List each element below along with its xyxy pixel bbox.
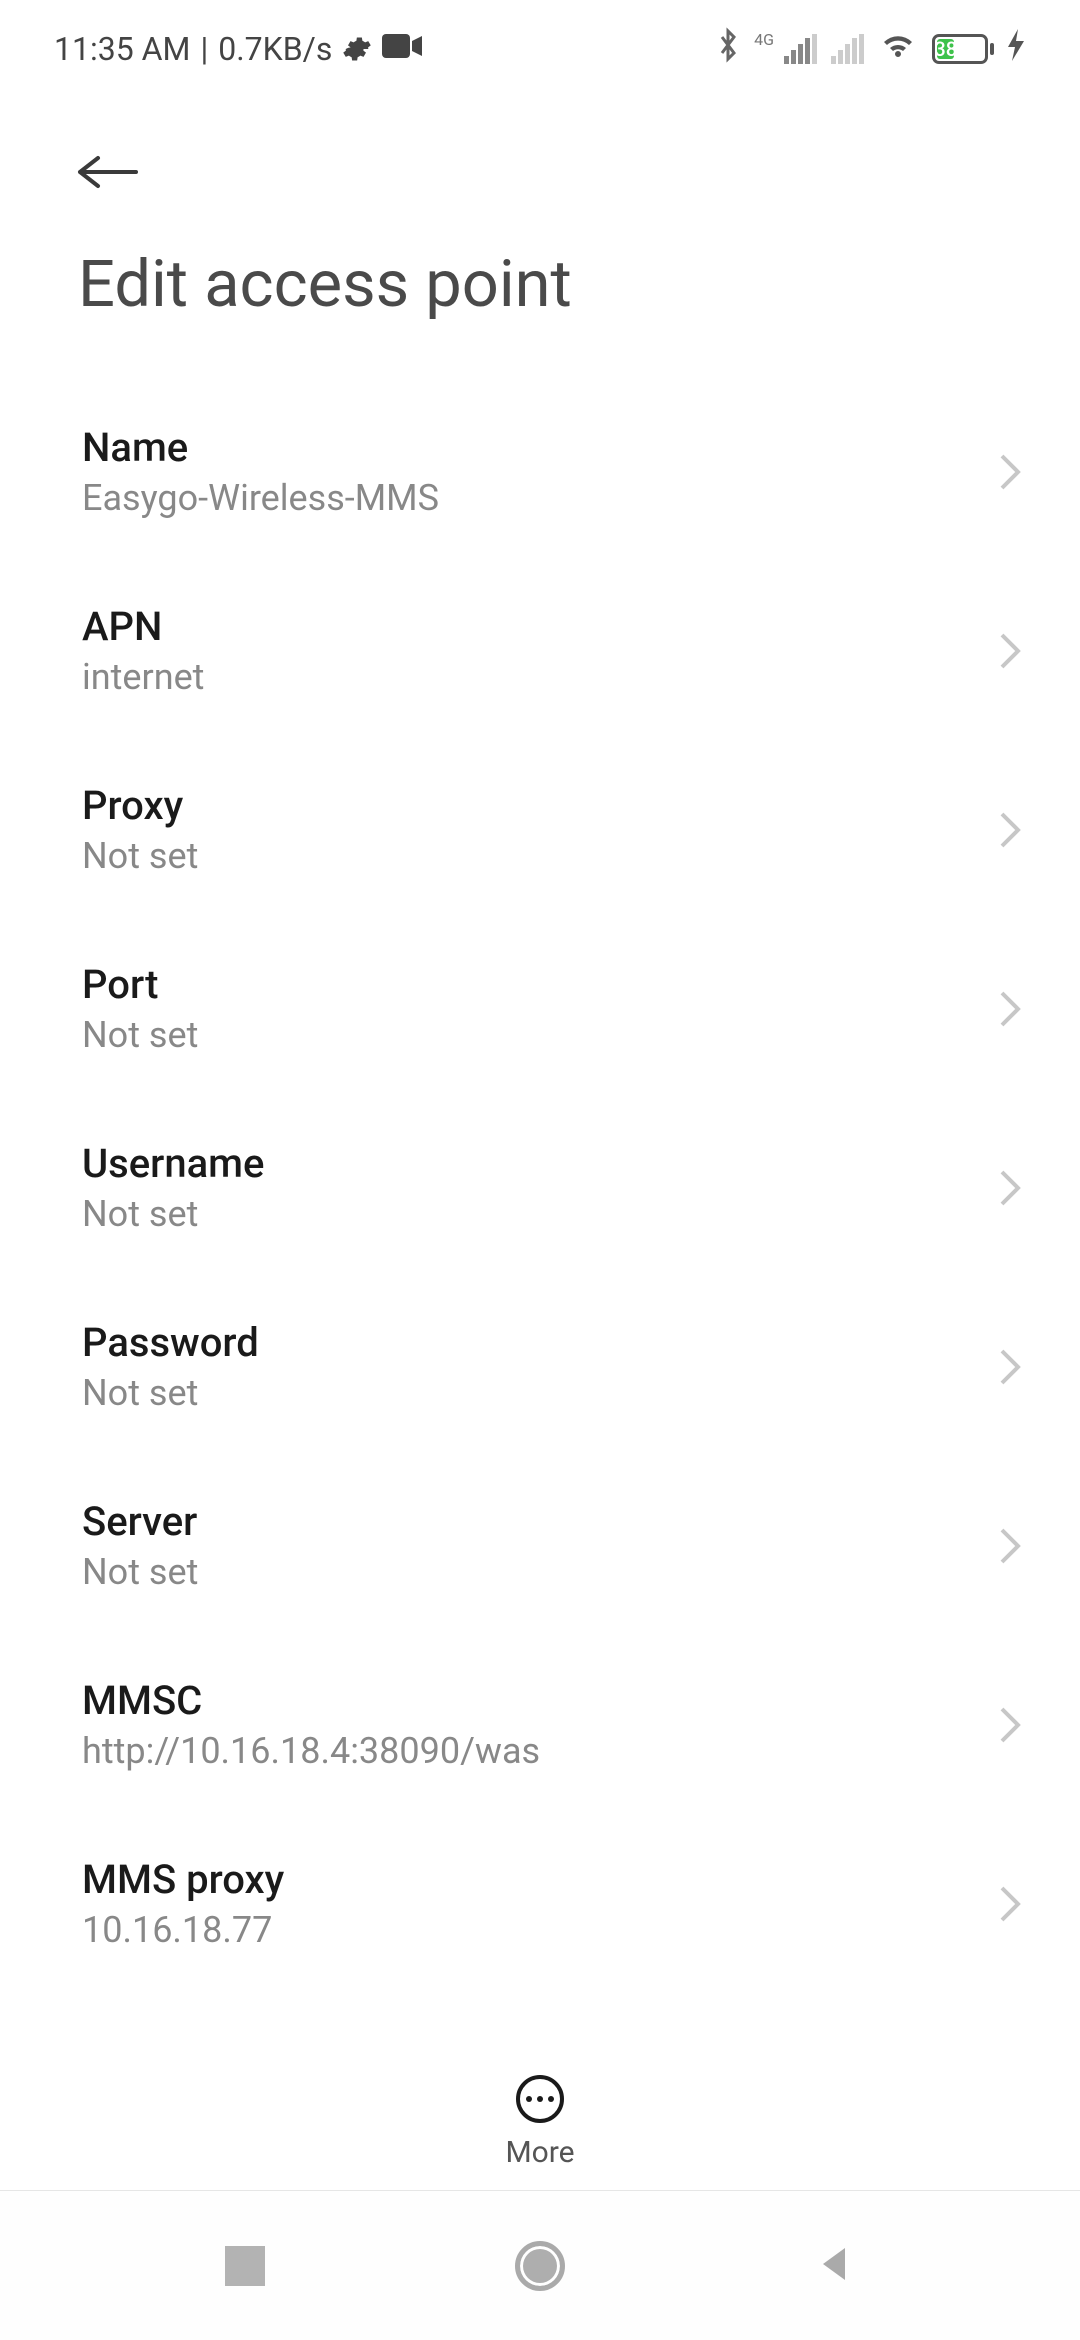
setting-value: Easygo-Wireless-MMS	[82, 477, 439, 519]
wifi-icon	[878, 29, 918, 69]
nav-home-button[interactable]	[515, 2241, 565, 2291]
bluetooth-icon	[716, 27, 740, 71]
setting-label: Username	[82, 1140, 264, 1187]
chevron-right-icon	[998, 452, 1022, 492]
chevron-right-icon	[998, 1347, 1022, 1387]
nav-back-button[interactable]	[815, 2244, 855, 2288]
more-button[interactable]: More	[0, 2065, 1080, 2170]
more-icon	[516, 2075, 564, 2123]
network-type-label: 4G	[754, 30, 774, 49]
setting-label: Proxy	[82, 782, 198, 829]
status-time: 11:35 AM	[54, 30, 190, 68]
setting-item-port[interactable]: Port Not set	[0, 919, 1080, 1098]
setting-item-mms-proxy[interactable]: MMS proxy 10.16.18.77	[0, 1814, 1080, 1993]
nav-recent-button[interactable]	[225, 2246, 265, 2286]
signal-bars-sim1-icon	[784, 34, 817, 64]
setting-item-proxy[interactable]: Proxy Not set	[0, 740, 1080, 919]
setting-value: 10.16.18.77	[82, 1909, 284, 1951]
status-bar-right: 4G 38	[716, 27, 1026, 71]
setting-label: Server	[82, 1498, 198, 1545]
page-title: Edit access point	[78, 246, 1080, 322]
chevron-right-icon	[998, 1705, 1022, 1745]
chevron-right-icon	[998, 810, 1022, 850]
setting-label: MMSC	[82, 1677, 540, 1724]
setting-label: MMS proxy	[82, 1856, 284, 1903]
chevron-right-icon	[998, 1168, 1022, 1208]
setting-item-apn[interactable]: APN internet	[0, 561, 1080, 740]
chevron-right-icon	[998, 631, 1022, 671]
status-bar: 11:35 AM | 0.7KB/s 4G	[0, 0, 1080, 88]
setting-item-password[interactable]: Password Not set	[0, 1277, 1080, 1456]
settings-list: Name Easygo-Wireless-MMS APN internet Pr…	[0, 382, 1080, 2022]
setting-value: Not set	[82, 1193, 264, 1235]
chevron-right-icon	[998, 1884, 1022, 1924]
setting-item-name[interactable]: Name Easygo-Wireless-MMS	[0, 382, 1080, 561]
system-nav-bar	[0, 2190, 1080, 2340]
chevron-right-icon	[998, 989, 1022, 1029]
back-button[interactable]	[76, 148, 140, 196]
setting-value: Not set	[82, 1372, 259, 1414]
gear-icon	[342, 34, 372, 64]
setting-label: Name	[82, 424, 439, 471]
setting-value: Not set	[82, 835, 198, 877]
setting-item-server[interactable]: Server Not set	[0, 1456, 1080, 1635]
setting-value: http://10.16.18.4:38090/was	[82, 1730, 540, 1772]
battery-percent: 38	[937, 39, 954, 59]
setting-value: Not set	[82, 1551, 198, 1593]
status-data-rate: 0.7KB/s	[218, 30, 332, 68]
more-label: More	[505, 2135, 574, 2170]
setting-value: internet	[82, 656, 204, 698]
setting-item-mmsc[interactable]: MMSC http://10.16.18.4:38090/was	[0, 1635, 1080, 1814]
setting-label: APN	[82, 603, 204, 650]
setting-label: Password	[82, 1319, 259, 1366]
chevron-right-icon	[998, 1526, 1022, 1566]
signal-bars-sim2-icon	[831, 34, 864, 64]
setting-item-username[interactable]: Username Not set	[0, 1098, 1080, 1277]
camera-icon	[382, 30, 422, 68]
battery-indicator: 38	[932, 34, 994, 64]
status-separator: |	[200, 30, 208, 68]
setting-label: Port	[82, 961, 198, 1008]
setting-value: Not set	[82, 1014, 198, 1056]
charging-icon	[1008, 29, 1026, 69]
status-bar-left: 11:35 AM | 0.7KB/s	[54, 30, 422, 68]
